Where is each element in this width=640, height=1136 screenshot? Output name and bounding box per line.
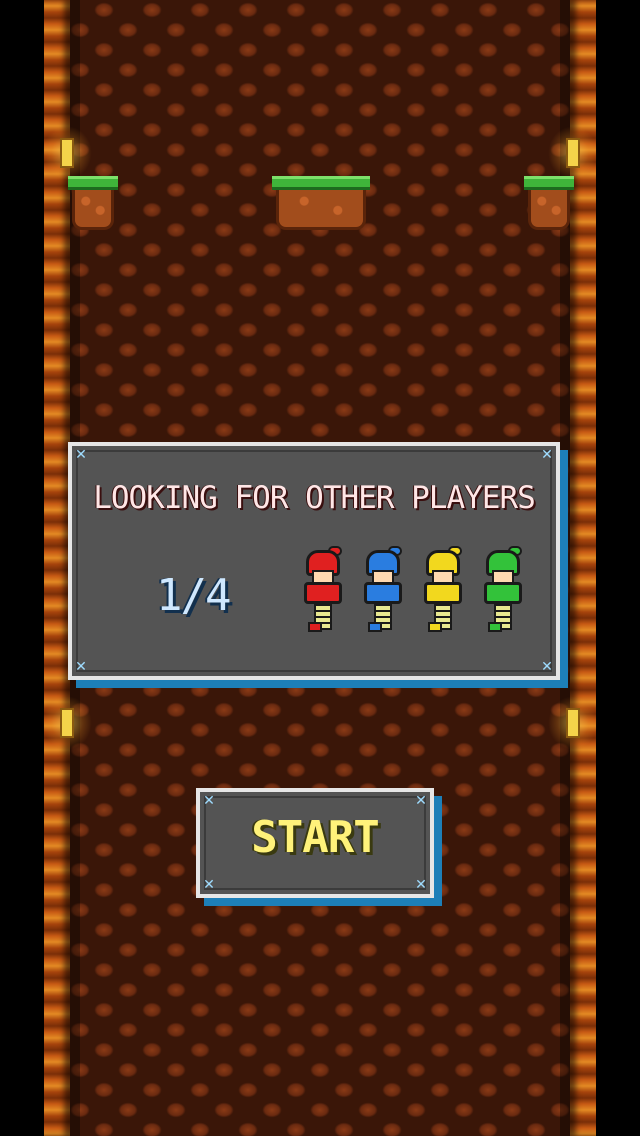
corner-marker-icon: ✕ bbox=[75, 447, 87, 463]
game-screen: ✕ ✕ ✕ ✕ LOOKING FOR OTHER PLAYERS 1/4 ✕ bbox=[0, 0, 640, 1136]
torch-icon bbox=[548, 696, 598, 750]
corner-marker-icon: ✕ bbox=[203, 793, 215, 809]
corner-marker-icon: ✕ bbox=[415, 877, 427, 893]
grass-platform-right bbox=[524, 176, 574, 232]
torch-icon bbox=[42, 696, 92, 750]
corner-marker-icon: ✕ bbox=[75, 659, 87, 675]
matchmaking-dialog: ✕ ✕ ✕ ✕ LOOKING FOR OTHER PLAYERS 1/4 bbox=[68, 442, 568, 688]
player-yellow-icon bbox=[418, 546, 470, 636]
start-button-label: START bbox=[251, 812, 379, 863]
corner-marker-icon: ✕ bbox=[541, 447, 553, 463]
corner-marker-icon: ✕ bbox=[541, 659, 553, 675]
grass-platform-center bbox=[272, 176, 370, 232]
grass-platform-left bbox=[68, 176, 118, 232]
player-roster bbox=[298, 546, 538, 636]
player-count: 1/4 bbox=[156, 570, 231, 621]
player-green-icon bbox=[478, 546, 530, 636]
corner-marker-icon: ✕ bbox=[415, 793, 427, 809]
start-button[interactable]: ✕ ✕ ✕ ✕ START bbox=[196, 788, 442, 906]
dialog-title: LOOKING FOR OTHER PLAYERS bbox=[93, 480, 536, 516]
player-red-icon bbox=[298, 546, 350, 636]
corner-marker-icon: ✕ bbox=[203, 877, 215, 893]
torch-icon bbox=[42, 126, 92, 180]
torch-icon bbox=[548, 126, 598, 180]
player-blue-icon bbox=[358, 546, 410, 636]
